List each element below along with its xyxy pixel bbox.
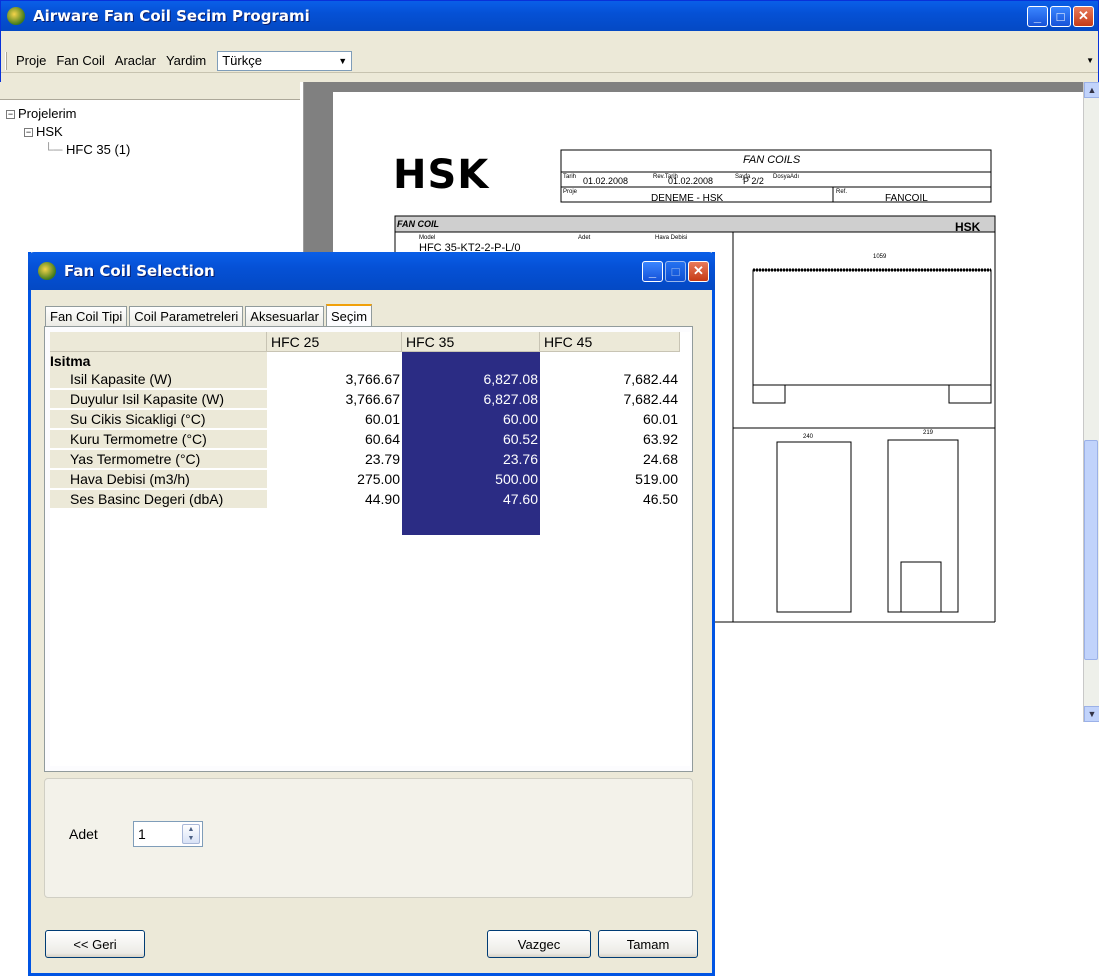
tab-coil-parametreleri[interactable]: Coil Parametreleri <box>129 306 244 326</box>
menu-proje[interactable]: Proje <box>11 53 51 68</box>
grid-cell[interactable]: 60.01 <box>267 410 402 428</box>
column-header-hfc35[interactable]: HFC 35 <box>402 332 540 352</box>
row-label: Ses Basinc Degeri (dbA) <box>50 490 267 508</box>
app-title: Airware Fan Coil Secim Programi <box>33 7 310 25</box>
grid-cell[interactable]: 7,682.44 <box>540 370 680 388</box>
doc-ref: FANCOIL <box>885 193 928 204</box>
group-isitma: Isitma <box>50 352 267 370</box>
tab-fan-coil-tipi[interactable]: Fan Coil Tipi <box>45 306 128 326</box>
scrollbar-thumb[interactable] <box>1084 440 1098 660</box>
dialog-tabs: Fan Coil Tipi Coil Parametreleri Aksesua… <box>45 304 374 327</box>
grid-cell[interactable]: 3,766.67 <box>267 390 402 408</box>
grid-cell[interactable]: 60.00 <box>402 410 540 428</box>
ok-button[interactable]: Tamam <box>598 930 698 958</box>
maximize-button[interactable]: □ <box>1050 5 1071 27</box>
tree-header <box>0 82 300 100</box>
row-label: Isil Kapasite (W) <box>50 370 267 388</box>
menu-bar: Proje Fan Coil Araclar Yardim Türkçe ▼ ▼ <box>1 49 1098 73</box>
cancel-button[interactable]: Vazgec <box>487 930 591 958</box>
dialog-maximize-button: □ <box>665 260 686 282</box>
dialog-icon <box>38 262 56 280</box>
toolbar-overflow-icon[interactable]: ▼ <box>1086 56 1094 65</box>
row-label: Kuru Termometre (°C) <box>50 430 267 448</box>
row-label: Duyulur Isil Kapasite (W) <box>50 390 267 408</box>
doc-proje: DENEME - HSK <box>651 193 724 204</box>
tab-aksesuarlar[interactable]: Aksesuarlar <box>245 306 324 326</box>
doc-sayfa: P 2/2 <box>743 176 764 186</box>
doc-section-logo: HSK <box>955 220 981 234</box>
menu-yardim[interactable]: Yardim <box>161 53 211 68</box>
spin-arrows-icon[interactable]: ▲ ▼ <box>182 824 200 844</box>
column-header-hfc45[interactable]: HFC 45 <box>540 332 680 352</box>
app-icon <box>7 7 25 25</box>
doc-title: FAN COILS <box>743 154 801 166</box>
row-label: Su Cikis Sicakligi (°C) <box>50 410 267 428</box>
scroll-up-icon[interactable]: ▲ <box>1084 82 1099 98</box>
scroll-down-icon[interactable]: ▼ <box>1084 706 1099 722</box>
grid-cell[interactable]: 60.01 <box>540 410 680 428</box>
adet-stepper[interactable]: 1 ▲ ▼ <box>133 821 203 847</box>
doc-section: FAN COIL <box>397 219 439 229</box>
tree-item-fancoil[interactable]: └─ HFC 35 (1) <box>44 142 130 157</box>
collapse-icon[interactable]: − <box>24 128 33 138</box>
adet-value[interactable]: 1 <box>138 826 146 842</box>
row-label: Hava Debisi (m3/h) <box>50 470 267 488</box>
grid-cell[interactable]: 23.79 <box>267 450 402 468</box>
grid-cell[interactable]: 60.52 <box>402 430 540 448</box>
grid-cell[interactable]: 500.00 <box>402 470 540 488</box>
menu-fan-coil[interactable]: Fan Coil <box>51 53 109 68</box>
language-select[interactable]: Türkçe ▼ <box>217 50 353 71</box>
selection-grid: HFC 25 HFC 35 HFC 45 Isitma Isil Kapasit… <box>50 332 690 766</box>
main-title-bar[interactable]: Airware Fan Coil Secim Programi _ □ ✕ <box>1 1 1098 31</box>
quantity-panel: Adet 1 ▲ ▼ <box>44 778 693 898</box>
adet-label: Adet <box>69 826 98 842</box>
grid-cell[interactable]: 63.92 <box>540 430 680 448</box>
doc-tarih: 01.02.2008 <box>583 176 629 186</box>
dialog-title: Fan Coil Selection <box>64 262 215 280</box>
minimize-button[interactable]: _ <box>1027 5 1048 27</box>
grid-cell[interactable]: 6,827.08 <box>402 370 540 388</box>
grid-cell[interactable]: 46.50 <box>540 490 680 508</box>
tree-item-project[interactable]: − HSK <box>24 124 63 139</box>
fan-coil-selection-dialog: Fan Coil Selection _ □ ✕ Fan Coil Tipi C… <box>28 252 715 976</box>
doc-rev-tarih: 01.02.2008 <box>668 176 714 186</box>
grid-cell[interactable]: 519.00 <box>540 470 680 488</box>
grid-cell[interactable]: 3,766.67 <box>267 370 402 388</box>
grid-cell[interactable]: 6,827.08 <box>402 390 540 408</box>
grid-cell[interactable]: 24.68 <box>540 450 680 468</box>
dialog-title-bar[interactable]: Fan Coil Selection _ □ ✕ <box>28 252 715 290</box>
menu-araclar[interactable]: Araclar <box>110 53 161 68</box>
grid-cell[interactable]: 47.60 <box>402 490 540 508</box>
grid-cell[interactable]: 23.76 <box>402 450 540 468</box>
tab-secim[interactable]: Seçim <box>325 304 373 327</box>
grid-cell[interactable]: 60.64 <box>267 430 402 448</box>
tab-content-secim: HFC 25 HFC 35 HFC 45 Isitma Isil Kapasit… <box>44 326 693 772</box>
grid-cell[interactable]: 7,682.44 <box>540 390 680 408</box>
tree-item-root[interactable]: − Projelerim <box>6 106 77 121</box>
dialog-minimize-button[interactable]: _ <box>642 260 663 282</box>
language-value: Türkçe <box>222 53 262 68</box>
column-header-hfc25[interactable]: HFC 25 <box>267 332 402 352</box>
grid-cell[interactable]: 44.90 <box>267 490 402 508</box>
close-button[interactable]: ✕ <box>1073 5 1094 27</box>
hsk-logo: HSK <box>393 152 490 198</box>
dialog-close-button[interactable]: ✕ <box>688 260 709 282</box>
row-label: Yas Termometre (°C) <box>50 450 267 468</box>
grid-corner <box>50 332 267 352</box>
chevron-down-icon: ▼ <box>338 55 348 66</box>
collapse-icon[interactable]: − <box>6 110 15 120</box>
back-button[interactable]: << Geri <box>45 930 145 958</box>
grid-cell[interactable]: 275.00 <box>267 470 402 488</box>
